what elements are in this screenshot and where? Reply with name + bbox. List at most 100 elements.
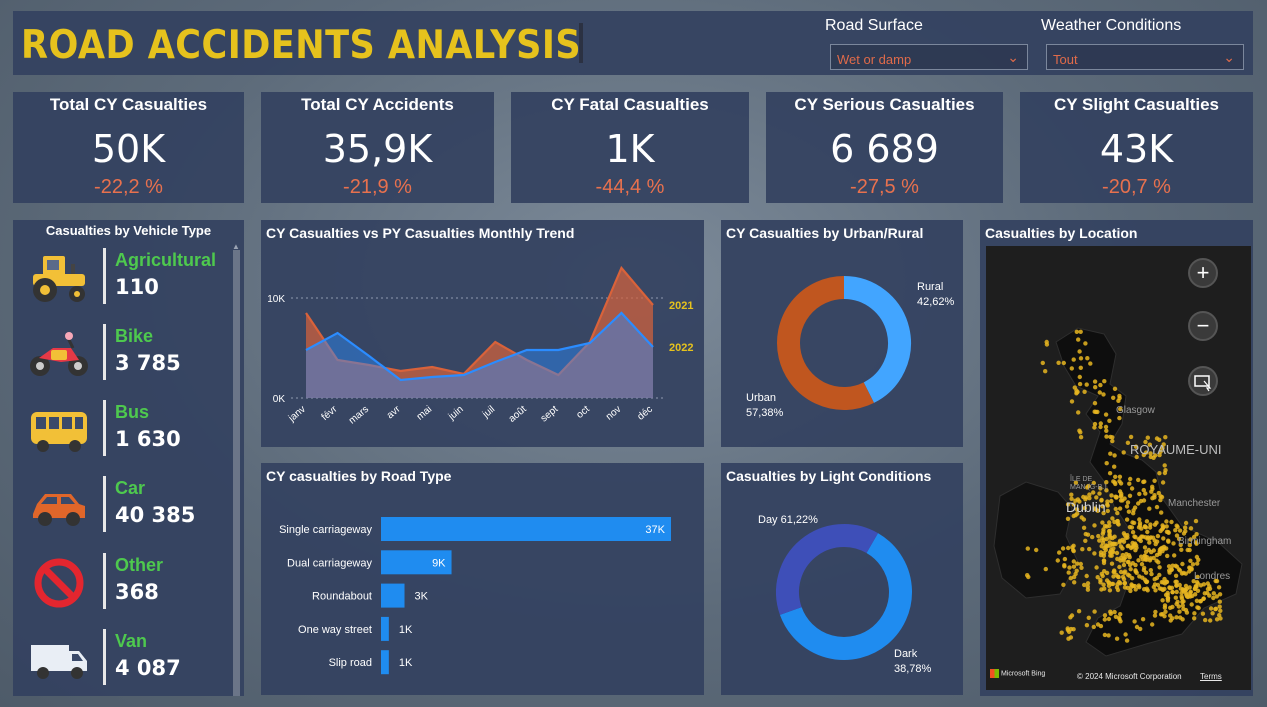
donut-slice-dark[interactable] bbox=[776, 524, 878, 615]
map-dot[interactable] bbox=[1175, 599, 1180, 605]
map-dot[interactable] bbox=[1124, 638, 1130, 643]
map-dot[interactable] bbox=[1148, 568, 1153, 573]
map-dot[interactable] bbox=[1075, 561, 1080, 566]
map-dot[interactable] bbox=[1034, 547, 1039, 553]
map-dot[interactable] bbox=[1071, 547, 1076, 553]
map-dot[interactable] bbox=[1141, 487, 1146, 493]
map-dot[interactable] bbox=[1216, 585, 1222, 590]
map-dot[interactable] bbox=[1173, 573, 1179, 578]
map-dot[interactable] bbox=[1115, 510, 1120, 516]
map-dot[interactable] bbox=[1195, 561, 1200, 566]
map-dot[interactable] bbox=[1043, 566, 1048, 572]
map-dot[interactable] bbox=[1094, 565, 1099, 570]
map-dot[interactable] bbox=[1102, 569, 1107, 574]
map-dot[interactable] bbox=[1136, 558, 1141, 563]
map-dot[interactable] bbox=[1090, 534, 1095, 540]
map-dot[interactable] bbox=[1157, 471, 1162, 476]
map-dot[interactable] bbox=[1161, 536, 1166, 541]
map-dot[interactable] bbox=[1205, 586, 1211, 592]
map-dot[interactable] bbox=[1127, 555, 1132, 560]
map-dot[interactable] bbox=[1145, 529, 1150, 535]
map-dot[interactable] bbox=[1205, 590, 1210, 596]
map-dot[interactable] bbox=[1132, 534, 1137, 539]
map-dot[interactable] bbox=[1111, 395, 1116, 400]
map-dot[interactable] bbox=[1076, 410, 1081, 415]
map-dot[interactable] bbox=[1147, 540, 1152, 545]
map-dot[interactable] bbox=[1147, 525, 1153, 530]
map-dot[interactable] bbox=[1092, 421, 1098, 427]
map-dot[interactable] bbox=[1162, 463, 1167, 468]
map-dot[interactable] bbox=[1163, 609, 1168, 614]
map-dot[interactable] bbox=[1194, 554, 1200, 560]
map-dot[interactable] bbox=[1110, 516, 1115, 521]
map-dot[interactable] bbox=[1083, 531, 1088, 537]
map-dot[interactable] bbox=[1170, 563, 1175, 568]
map-dot[interactable] bbox=[1165, 596, 1171, 601]
map-dot[interactable] bbox=[1061, 582, 1066, 587]
map-dot[interactable] bbox=[1104, 578, 1110, 583]
map-dot[interactable] bbox=[1147, 506, 1152, 511]
map-dot[interactable] bbox=[1109, 498, 1114, 504]
map-dot[interactable] bbox=[1139, 562, 1145, 567]
map-dot[interactable] bbox=[1169, 519, 1174, 525]
map-dot[interactable] bbox=[1190, 593, 1195, 599]
map-dot[interactable] bbox=[1190, 562, 1196, 567]
map-dot[interactable] bbox=[1101, 558, 1107, 563]
map-dot[interactable] bbox=[1179, 547, 1184, 552]
map-dot[interactable] bbox=[1134, 545, 1139, 550]
map-dot[interactable] bbox=[1198, 598, 1203, 604]
map-dot[interactable] bbox=[1177, 609, 1182, 614]
map-dot[interactable] bbox=[1193, 518, 1199, 524]
map-dot[interactable] bbox=[1180, 603, 1185, 608]
map-dot[interactable] bbox=[1113, 474, 1118, 479]
map-dot[interactable] bbox=[1174, 579, 1179, 584]
map-dot[interactable] bbox=[1175, 524, 1180, 530]
map-dot[interactable] bbox=[1074, 568, 1079, 573]
map-dot[interactable] bbox=[1160, 480, 1166, 485]
map-dot[interactable] bbox=[1087, 546, 1092, 552]
map-dot[interactable] bbox=[1118, 544, 1124, 549]
map-dot[interactable] bbox=[1100, 531, 1105, 536]
map-dot[interactable] bbox=[1217, 599, 1222, 604]
map-dot[interactable] bbox=[1144, 579, 1150, 584]
map-dot[interactable] bbox=[1188, 526, 1194, 531]
map-dot[interactable] bbox=[1080, 547, 1085, 552]
map-dot[interactable] bbox=[1092, 523, 1097, 528]
map-dot[interactable] bbox=[1078, 435, 1084, 440]
map-dot[interactable] bbox=[1092, 379, 1098, 384]
map-dot[interactable] bbox=[1128, 588, 1133, 594]
map-dot[interactable] bbox=[1217, 604, 1222, 609]
map-dot[interactable] bbox=[1069, 492, 1074, 497]
map-dot[interactable] bbox=[1131, 520, 1137, 526]
map-dot[interactable] bbox=[1159, 494, 1165, 500]
map-dot[interactable] bbox=[1154, 575, 1160, 581]
map-dot[interactable] bbox=[1108, 609, 1113, 614]
map-dot[interactable] bbox=[1109, 581, 1114, 587]
map-dot[interactable] bbox=[1108, 553, 1113, 558]
map-dot[interactable] bbox=[1072, 580, 1077, 585]
map-dot[interactable] bbox=[1141, 479, 1146, 485]
map-dot[interactable] bbox=[1150, 622, 1155, 627]
map-dot[interactable] bbox=[1183, 520, 1189, 526]
map-dot[interactable] bbox=[1104, 434, 1109, 439]
map-dot[interactable] bbox=[1118, 558, 1123, 563]
map-dot[interactable] bbox=[1123, 632, 1128, 637]
map-dot[interactable] bbox=[1078, 356, 1084, 361]
zoom-out-button[interactable]: − bbox=[1188, 311, 1218, 341]
map-dot[interactable] bbox=[1148, 556, 1153, 561]
map-dot[interactable] bbox=[1062, 556, 1068, 562]
map-dot[interactable] bbox=[1130, 544, 1135, 550]
map-dot[interactable] bbox=[1155, 533, 1161, 539]
map-dot[interactable] bbox=[1176, 604, 1181, 609]
map-dot[interactable] bbox=[1114, 636, 1120, 641]
map-dot[interactable] bbox=[1154, 504, 1160, 510]
map-dot[interactable] bbox=[1081, 525, 1087, 530]
map-dot[interactable] bbox=[1118, 481, 1124, 486]
donut-slice-urban[interactable] bbox=[777, 276, 874, 410]
map-dot[interactable] bbox=[1111, 574, 1116, 579]
map-dot[interactable] bbox=[1193, 584, 1198, 589]
map-dot[interactable] bbox=[1142, 545, 1148, 550]
map-dot[interactable] bbox=[1066, 636, 1071, 641]
map-dot[interactable] bbox=[1163, 435, 1168, 440]
map-dot[interactable] bbox=[1132, 505, 1138, 510]
